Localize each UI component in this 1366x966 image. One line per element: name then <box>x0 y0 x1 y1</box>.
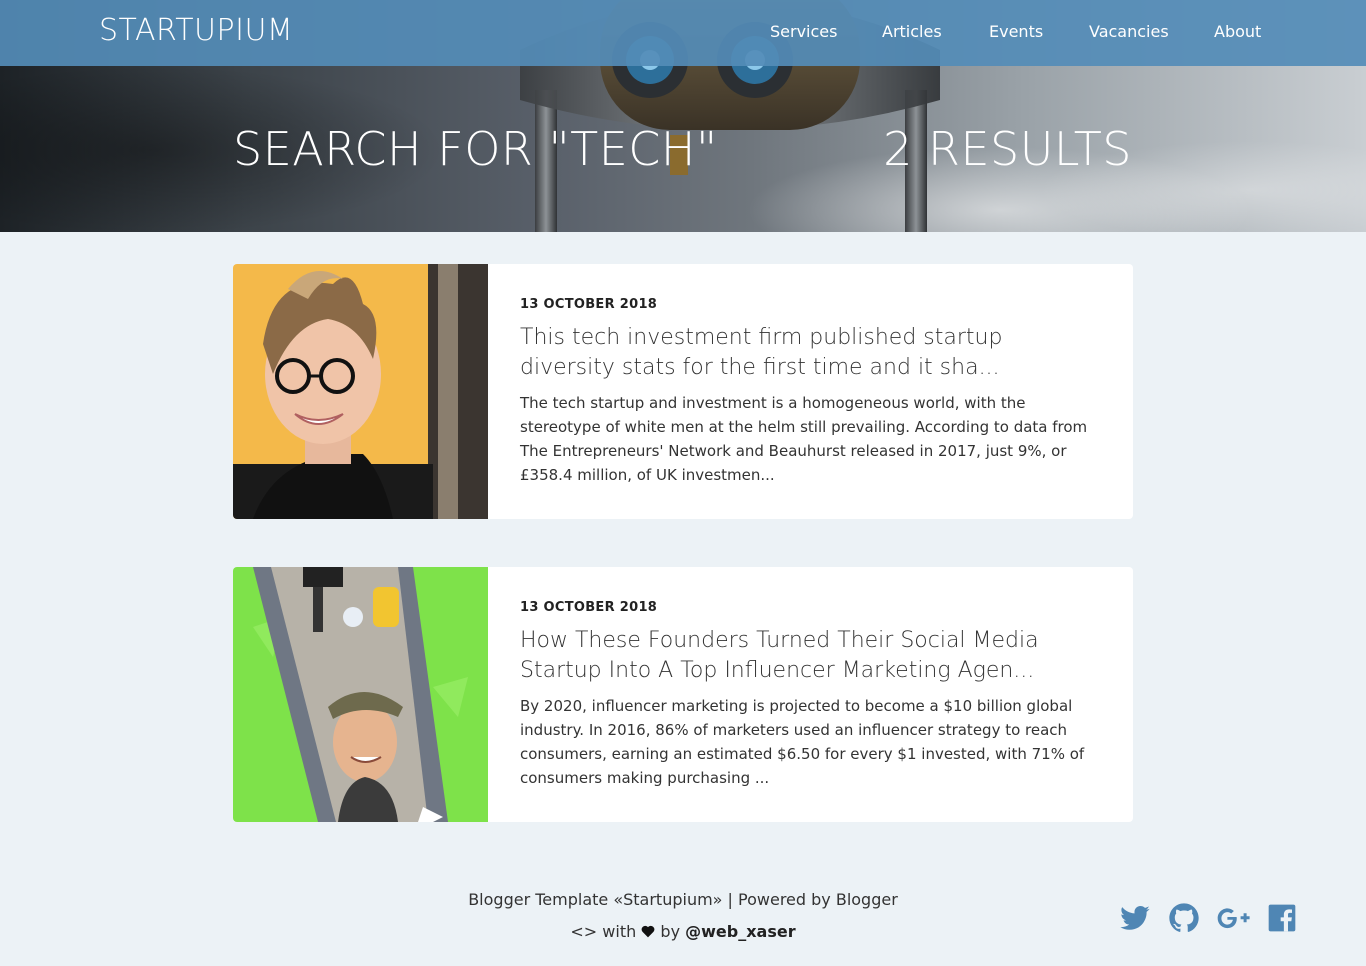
result-card: 13 OCTOBER 2018 How These Founders Turne… <box>233 567 1133 822</box>
result-count: 2 RESULTS <box>883 122 1132 176</box>
footer-by-text: by <box>660 922 681 941</box>
google-plus-icon[interactable] <box>1216 902 1252 934</box>
nav-item-services[interactable]: Services <box>770 22 837 41</box>
hero-banner: STARTUPIUM Services Articles Events Vaca… <box>0 0 1366 232</box>
heart-icon <box>641 925 655 938</box>
result-date: 13 OCTOBER 2018 <box>520 297 658 312</box>
result-excerpt: By 2020, influencer marketing is project… <box>520 697 1085 787</box>
phone-app-image <box>233 567 488 822</box>
result-body: 13 OCTOBER 2018 How These Founders Turne… <box>520 600 1100 790</box>
author-handle-link[interactable]: @web_xaser <box>685 922 795 941</box>
footer-with-text: with <box>602 922 637 941</box>
footer-credit: Blogger Template «Startupium» | Powered … <box>468 890 898 909</box>
nav-item-vacancies[interactable]: Vacancies <box>1089 22 1169 41</box>
result-thumbnail[interactable] <box>233 567 488 822</box>
nav-item-about[interactable]: About <box>1214 22 1261 41</box>
github-icon[interactable] <box>1168 902 1200 934</box>
result-card: 13 OCTOBER 2018 This tech investment fir… <box>233 264 1133 519</box>
footer-author-line: <> with by @web_xaser <box>0 922 1366 941</box>
main-nav: Services Articles Events Vacancies About <box>0 22 1366 46</box>
result-title-link[interactable]: This tech investment firm published star… <box>520 323 1100 383</box>
nav-item-events[interactable]: Events <box>989 22 1043 41</box>
facebook-icon[interactable] <box>1266 902 1298 934</box>
portrait-image <box>233 264 488 519</box>
top-navigation-bar: STARTUPIUM Services Articles Events Vaca… <box>0 0 1366 66</box>
result-date: 13 OCTOBER 2018 <box>520 600 658 615</box>
result-excerpt: The tech startup and investment is a hom… <box>520 394 1088 484</box>
search-title: SEARCH FOR "TECH" <box>233 122 718 176</box>
twitter-icon[interactable] <box>1119 902 1151 934</box>
result-thumbnail[interactable] <box>233 264 488 519</box>
result-body: 13 OCTOBER 2018 This tech investment fir… <box>520 297 1100 487</box>
code-icon: <> <box>570 922 598 941</box>
result-title-link[interactable]: How These Founders Turned Their Social M… <box>520 626 1100 686</box>
nav-item-articles[interactable]: Articles <box>882 22 942 41</box>
